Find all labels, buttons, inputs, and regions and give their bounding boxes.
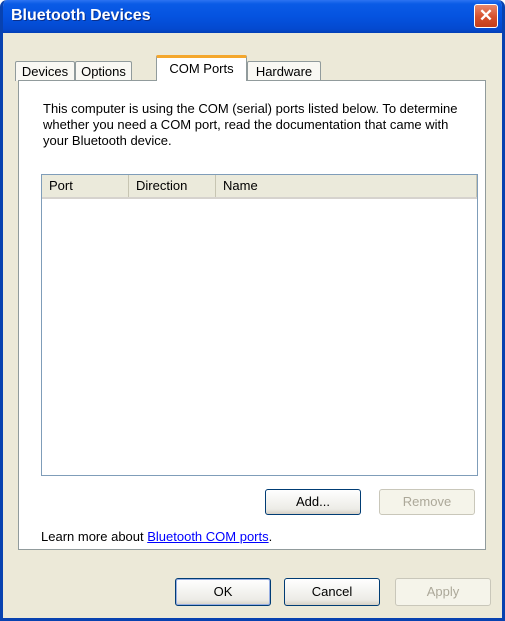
- apply-button[interactable]: Apply: [395, 578, 491, 606]
- com-ports-list[interactable]: Port Direction Name: [41, 174, 478, 476]
- learn-more-prefix: Learn more about: [41, 529, 148, 544]
- ok-button[interactable]: OK: [175, 578, 271, 606]
- close-button[interactable]: ✕: [474, 4, 498, 28]
- bluetooth-com-ports-link[interactable]: Bluetooth COM ports: [147, 529, 268, 544]
- add-button[interactable]: Add...: [265, 489, 361, 515]
- list-header: Port Direction Name: [42, 175, 477, 199]
- learn-more-suffix: .: [268, 529, 273, 544]
- column-header-name[interactable]: Name: [216, 175, 477, 197]
- com-ports-description: This computer is using the COM (serial) …: [43, 101, 458, 148]
- learn-more-text: Learn more about Bluetooth COM ports.: [41, 529, 272, 544]
- remove-button[interactable]: Remove: [379, 489, 475, 515]
- title-bar[interactable]: Bluetooth Devices ✕: [3, 0, 502, 33]
- tab-devices[interactable]: Devices: [15, 61, 75, 81]
- window-title: Bluetooth Devices: [11, 7, 151, 24]
- com-ports-panel: This computer is using the COM (serial) …: [18, 80, 486, 550]
- cancel-button[interactable]: Cancel: [284, 578, 380, 606]
- tab-hardware[interactable]: Hardware: [247, 61, 321, 81]
- tab-options[interactable]: Options: [75, 61, 132, 81]
- column-header-port[interactable]: Port: [42, 175, 129, 197]
- tab-com-ports[interactable]: COM Ports: [156, 55, 247, 81]
- close-icon: ✕: [478, 6, 494, 25]
- bluetooth-devices-dialog: Bluetooth Devices ✕ Devices Options COM …: [0, 0, 505, 621]
- column-header-direction[interactable]: Direction: [129, 175, 216, 197]
